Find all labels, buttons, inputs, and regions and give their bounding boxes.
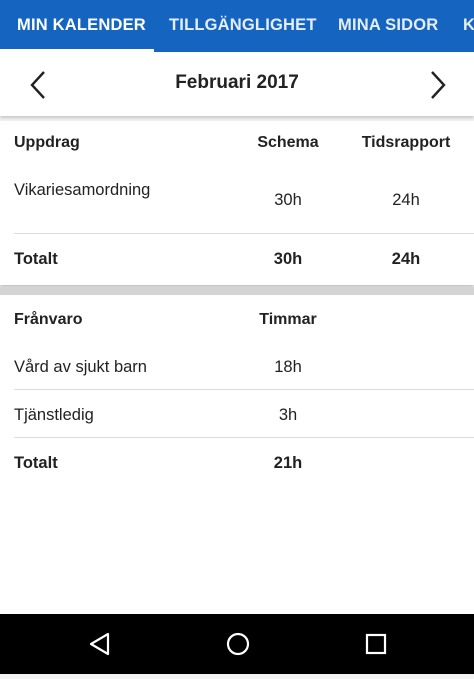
header-tidsrapport: Tidsrapport: [361, 134, 451, 151]
back-triangle-icon[interactable]: [70, 614, 130, 674]
tab-mina-sidor[interactable]: MINA SIDOR: [338, 0, 438, 52]
divider: [14, 437, 474, 438]
absence-name: Tjänstledig: [14, 406, 94, 424]
total-label: Totalt: [14, 250, 58, 268]
absence-hours: 18h: [274, 358, 302, 376]
header-uppdrag: Uppdrag: [14, 134, 80, 151]
tab-min-kalender[interactable]: MIN KALENDER: [17, 0, 146, 52]
absence-name: Vård av sjukt barn: [14, 358, 147, 376]
header-schema: Schema: [257, 134, 319, 151]
absence-total-hours: 21h: [273, 454, 303, 472]
assignment-schema: 30h: [274, 191, 302, 209]
header-timmar: Timmar: [259, 311, 317, 328]
month-title: Februari 2017: [175, 72, 299, 93]
system-navigation-bar: [0, 614, 474, 674]
assignment-report: 24h: [392, 191, 420, 209]
section-separator: [0, 287, 474, 295]
recents-square-icon[interactable]: [346, 614, 406, 674]
absence-hours: 3h: [278, 406, 298, 424]
chevron-right-icon[interactable]: [422, 68, 452, 102]
tab-tillganglighet[interactable]: TILLGÄNGLIGHET: [169, 0, 317, 52]
divider: [14, 233, 474, 234]
assignments-card: Uppdrag Schema Tidsrapport Vikariesamord…: [0, 121, 474, 285]
home-circle-icon[interactable]: [208, 614, 268, 674]
divider: [14, 389, 474, 390]
absence-card: Frånvaro Timmar Vård av sjukt barn 18h T…: [0, 295, 474, 614]
total-schema: 30h: [273, 250, 303, 268]
absence-total-label: Totalt: [14, 454, 58, 472]
tab-bar: MIN KALENDER TILLGÄNGLIGHET MINA SIDOR K: [0, 0, 474, 52]
tab-overflow[interactable]: K: [463, 0, 474, 52]
month-navigation: Februari 2017: [0, 52, 474, 116]
assignment-name: Vikariesamordning: [14, 181, 151, 199]
total-report: 24h: [391, 250, 421, 268]
header-franvaro: Frånvaro: [14, 311, 83, 328]
